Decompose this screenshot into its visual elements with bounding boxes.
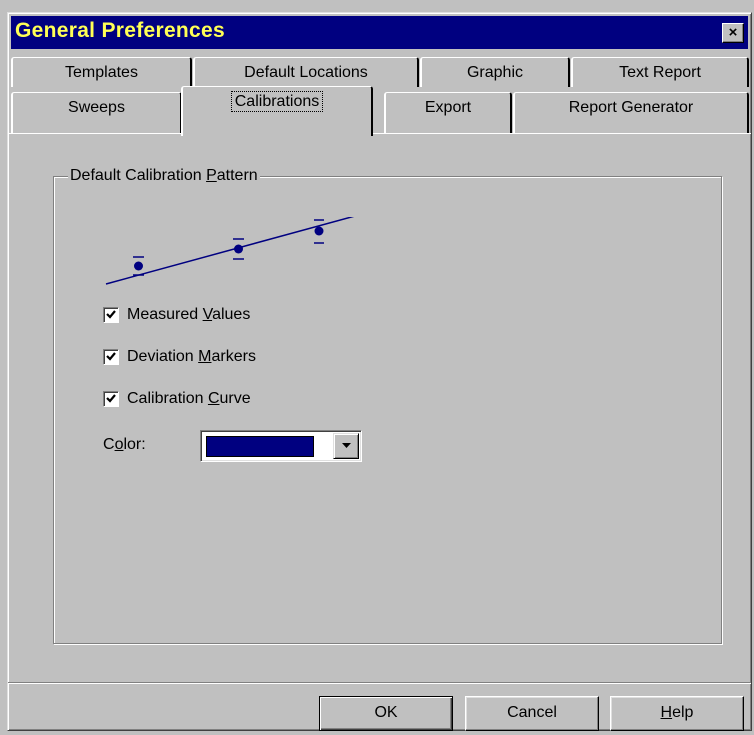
tab-label: Calibrations	[230, 91, 324, 112]
checkbox-box[interactable]	[103, 307, 119, 323]
color-swatch	[206, 436, 314, 457]
color-dropdown-button[interactable]	[333, 433, 359, 459]
calibration-curve-checkbox[interactable]: Calibration Curve	[103, 389, 251, 409]
measured-point-2	[234, 244, 243, 254]
cancel-button-label: Cancel	[507, 704, 557, 721]
checkbox-box[interactable]	[103, 349, 119, 365]
tab-default-locations[interactable]: Default Locations	[193, 57, 419, 87]
tab-label: Sweeps	[68, 99, 125, 116]
tab-label: Text Report	[619, 64, 701, 81]
tab-label: Export	[424, 99, 472, 116]
calibrations-panel: Default Calibration Pattern Measured Val…	[8, 132, 751, 682]
button-separator	[8, 682, 751, 684]
close-button[interactable]: ×	[722, 23, 744, 43]
window-title: General Preferences	[15, 19, 225, 42]
close-icon: ×	[728, 24, 738, 41]
tab-export[interactable]: Export	[384, 92, 512, 134]
group-label: Default Calibration Pattern	[68, 167, 260, 185]
tab-label: Report Generator	[568, 99, 694, 116]
help-button-label: Help	[660, 704, 694, 721]
checkbox-box[interactable]	[103, 391, 119, 407]
tab-text-report[interactable]: Text Report	[571, 57, 749, 87]
checkbox-label: Deviation Markers	[127, 348, 256, 365]
checkbox-label: Calibration Curve	[127, 390, 251, 407]
checkmark-icon	[106, 310, 116, 319]
tab-report-generator[interactable]: Report Generator	[513, 92, 749, 134]
tab-label: Templates	[65, 64, 138, 81]
checkbox-label: Measured Values	[127, 306, 251, 323]
deviation-markers-checkbox[interactable]: Deviation Markers	[103, 347, 256, 367]
general-preferences-dialog: General Preferences × Templates Default …	[7, 12, 752, 731]
tab-calibrations[interactable]: Calibrations	[181, 86, 373, 136]
measured-point-1	[134, 261, 143, 271]
default-calibration-pattern-group: Default Calibration Pattern Measured Val…	[53, 167, 722, 644]
ok-button-label: OK	[374, 704, 398, 721]
help-button[interactable]: Help	[610, 696, 744, 731]
measured-values-checkbox[interactable]: Measured Values	[103, 305, 250, 325]
tab-sweeps[interactable]: Sweeps	[11, 92, 182, 134]
ok-button[interactable]: OK	[319, 696, 453, 731]
tab-label: Graphic	[466, 64, 524, 81]
tab-templates[interactable]: Templates	[11, 57, 192, 87]
tab-graphic[interactable]: Graphic	[420, 57, 570, 87]
measured-point-3	[314, 226, 324, 236]
checkmark-icon	[106, 352, 116, 361]
cancel-button[interactable]: Cancel	[465, 696, 599, 731]
title-bar[interactable]: General Preferences ×	[11, 16, 748, 49]
calibration-pattern-preview	[105, 217, 355, 285]
color-label: Color:	[103, 436, 146, 453]
tab-label: Default Locations	[244, 64, 368, 81]
dropdown-arrow-icon	[342, 443, 351, 448]
checkmark-icon	[106, 394, 116, 403]
color-select[interactable]	[200, 430, 362, 462]
